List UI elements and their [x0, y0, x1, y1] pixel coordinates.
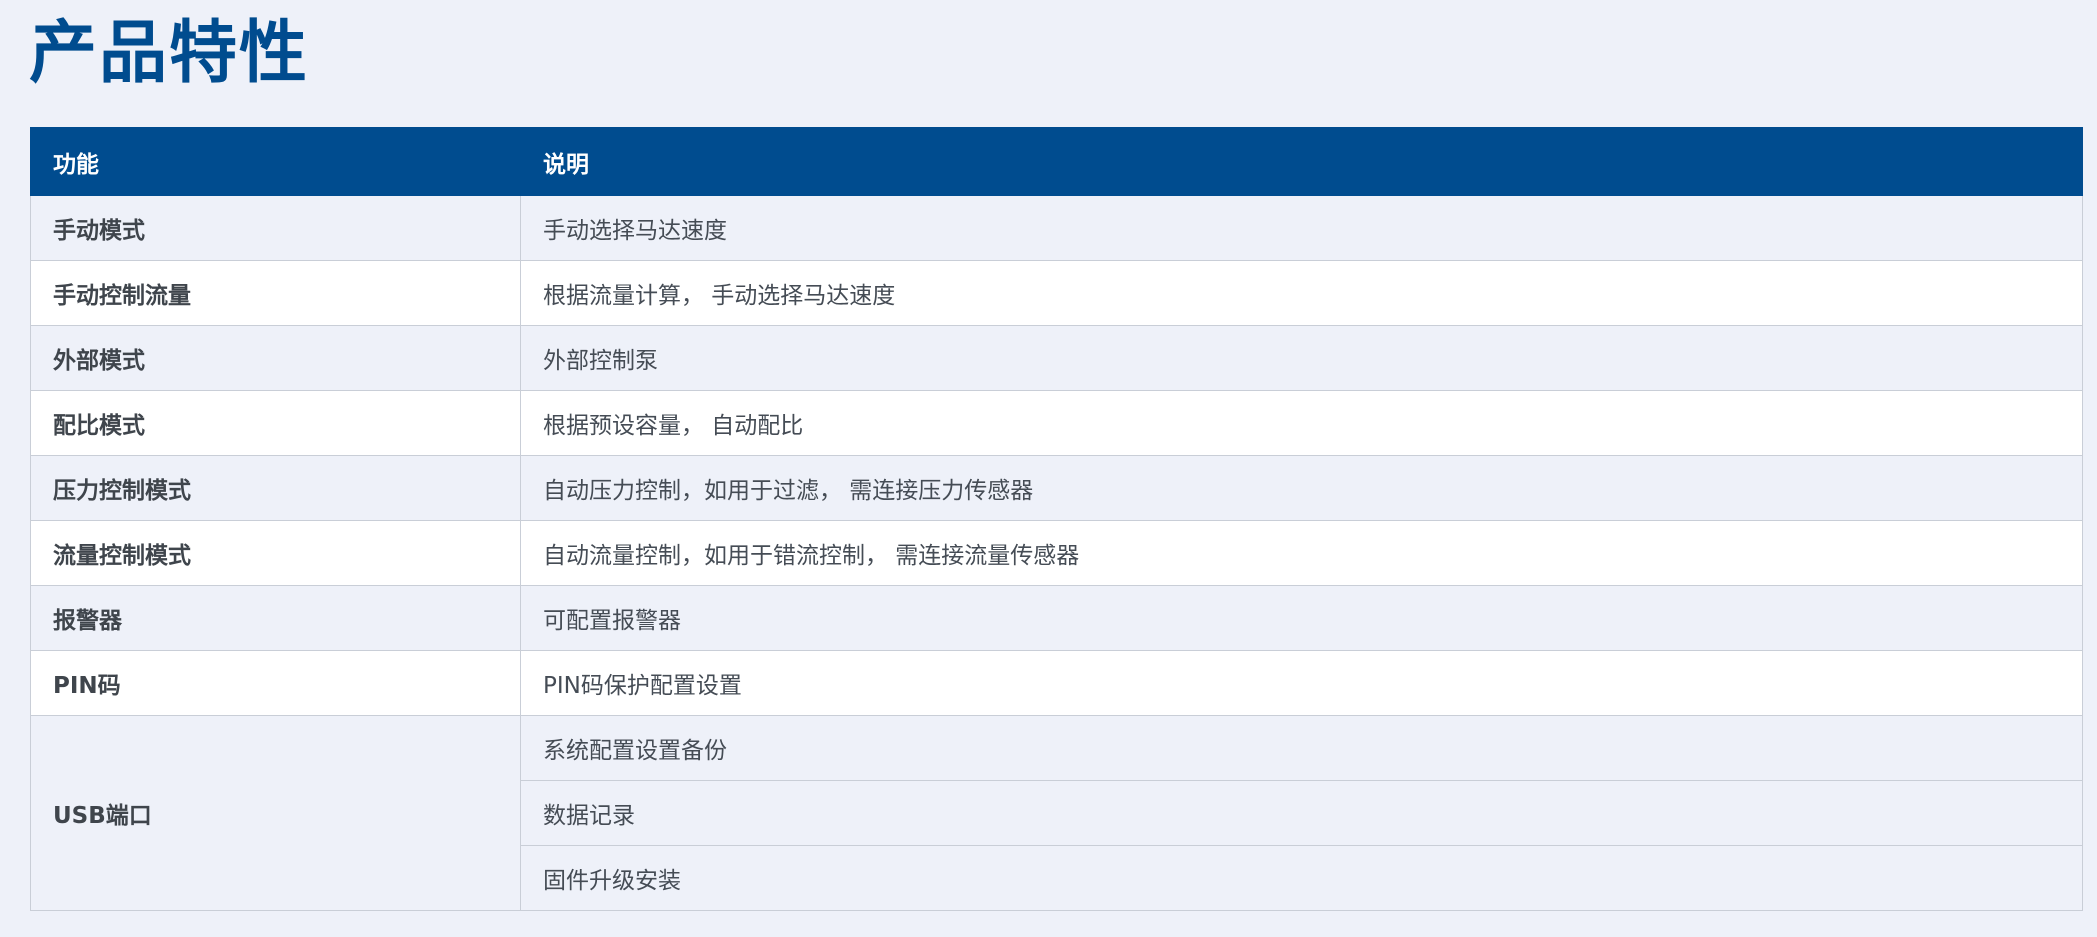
feature-cell: PIN码: [30, 650, 521, 716]
feature-cell: 流量控制模式: [30, 520, 521, 586]
page: 产品特性 功能 说明 手动模式 手动选择马达速度 手动控制流量 根据流量计算， …: [0, 0, 2097, 937]
description-cell: 手动选择马达速度: [520, 195, 2083, 261]
table-header: 功能 说明: [30, 127, 2083, 196]
header-description: 说明: [520, 127, 2083, 196]
table-row: 手动模式 手动选择马达速度: [30, 195, 2083, 261]
feature-cell: 手动模式: [30, 195, 521, 261]
feature-cell: 外部模式: [30, 325, 521, 391]
page-title: 产品特性: [29, 14, 310, 93]
table-row: 流量控制模式 自动流量控制，如用于错流控制， 需连接流量传感器: [30, 520, 2083, 586]
description-cell: 根据预设容量， 自动配比: [520, 390, 2083, 456]
table-row: PIN码 PIN码保护配置设置: [30, 650, 2083, 716]
header-row: 功能 说明: [30, 127, 2083, 196]
table-row: 手动控制流量 根据流量计算， 手动选择马达速度: [30, 260, 2083, 326]
table-row-usb: USB端口 系统配置设置备份: [30, 715, 2083, 911]
table-row: 配比模式 根据预设容量， 自动配比: [30, 390, 2083, 456]
feature-cell: 手动控制流量: [30, 260, 521, 326]
description-cell: PIN码保护配置设置: [520, 650, 2083, 716]
feature-cell: 压力控制模式: [30, 455, 521, 521]
description-cell: 自动压力控制，如用于过滤， 需连接压力传感器: [520, 455, 2083, 521]
description-cell: 外部控制泵: [520, 325, 2083, 391]
feature-cell: 配比模式: [30, 390, 521, 456]
description-cell: 系统配置设置备份: [520, 715, 2083, 781]
feature-cell-usb: USB端口: [30, 715, 521, 911]
table-body: 手动模式 手动选择马达速度 手动控制流量 根据流量计算， 手动选择马达速度 外部…: [30, 195, 2083, 911]
description-cell: 根据流量计算， 手动选择马达速度: [520, 260, 2083, 326]
description-cell: 可配置报警器: [520, 585, 2083, 651]
feature-cell: 报警器: [30, 585, 521, 651]
feature-table: 功能 说明 手动模式 手动选择马达速度 手动控制流量 根据流量计算， 手动选择马…: [30, 127, 2083, 911]
table-row: 外部模式 外部控制泵: [30, 325, 2083, 391]
header-feature: 功能: [30, 127, 521, 196]
description-cell: 固件升级安装: [520, 845, 2083, 911]
table-row: 压力控制模式 自动压力控制，如用于过滤， 需连接压力传感器: [30, 455, 2083, 521]
description-cell: 自动流量控制，如用于错流控制， 需连接流量传感器: [520, 520, 2083, 586]
table-row: 报警器 可配置报警器: [30, 585, 2083, 651]
description-cell: 数据记录: [520, 780, 2083, 846]
